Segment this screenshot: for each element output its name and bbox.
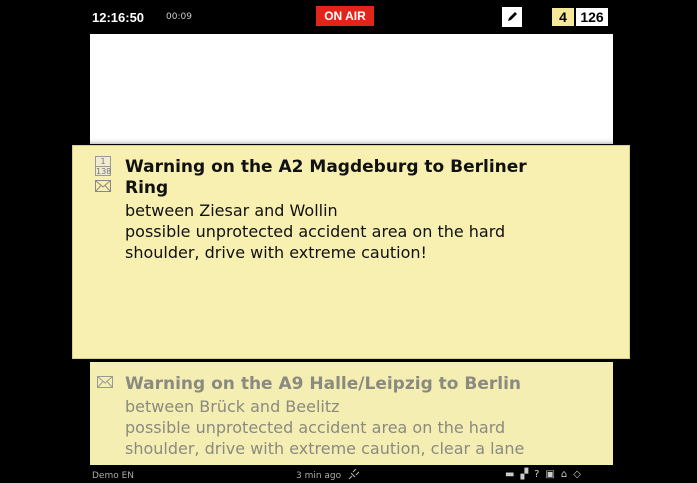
last-update-label: 3 min ago: [296, 471, 342, 481]
home-icon[interactable]: ⌂: [561, 469, 567, 481]
next-message-title: Warning on the A9 Halle/Leipzig to Berli…: [125, 374, 522, 394]
next-message-body-line: possible unprotected accident area on th…: [125, 418, 506, 437]
next-message-body-line: between Brück and Beelitz: [125, 397, 340, 416]
page-indicator: 1 138: [95, 156, 111, 176]
on-air-indicator[interactable]: ON AIR: [316, 6, 374, 26]
plug-icon: [348, 469, 359, 480]
status-bar: Demo EN 3 min ago ▬ ▞ ? ▣ ⌂ ◇: [0, 468, 697, 483]
message-title-line2: Ring: [125, 178, 169, 198]
page-current: 1: [100, 157, 106, 166]
message-body-line: possible unprotected accident area on th…: [125, 222, 506, 241]
envelope-icon: [97, 376, 113, 388]
message-body-line: shoulder, drive with extreme caution!: [125, 243, 427, 262]
edit-button[interactable]: [502, 7, 522, 27]
envelope-icon: [95, 180, 111, 192]
active-message-card[interactable]: 1 138 Warning on the A2 Magdeburg to Ber…: [72, 145, 630, 359]
message-body-line: between Ziesar and Wollin: [125, 201, 338, 220]
connection-icon[interactable]: ▞: [520, 469, 528, 481]
next-message-card[interactable]: Warning on the A9 Halle/Leipzig to Berli…: [90, 362, 613, 465]
status-icons: ▬ ▞ ? ▣ ⌂ ◇: [505, 469, 581, 481]
preview-panel: [90, 34, 613, 144]
next-message-body: between Brück and Beelitz possible unpro…: [125, 396, 605, 459]
next-message-body-line: shoulder, drive with extreme caution, cl…: [125, 439, 525, 458]
clock: 12:16:50: [92, 10, 145, 25]
pencil-icon: [508, 12, 517, 21]
elapsed-time: 00:09: [166, 12, 192, 22]
message-title-line1: Warning on the A2 Magdeburg to Berliner: [125, 157, 527, 177]
language-label[interactable]: Demo EN: [92, 471, 134, 481]
page-total: 138: [96, 166, 112, 176]
message-count-badge[interactable]: 4: [552, 8, 574, 26]
help-icon[interactable]: ?: [534, 469, 539, 481]
diamond-icon[interactable]: ◇: [573, 469, 581, 481]
screen-icon[interactable]: ▣: [545, 469, 554, 481]
top-bar: 12:16:50 00:09 ON AIR 4 126: [0, 0, 697, 34]
message-title: Warning on the A2 Magdeburg to Berliner …: [125, 157, 585, 199]
total-count-badge[interactable]: 126: [576, 8, 608, 26]
message-body: between Ziesar and Wollin possible unpro…: [125, 200, 605, 263]
printer-icon[interactable]: ▬: [505, 469, 514, 481]
